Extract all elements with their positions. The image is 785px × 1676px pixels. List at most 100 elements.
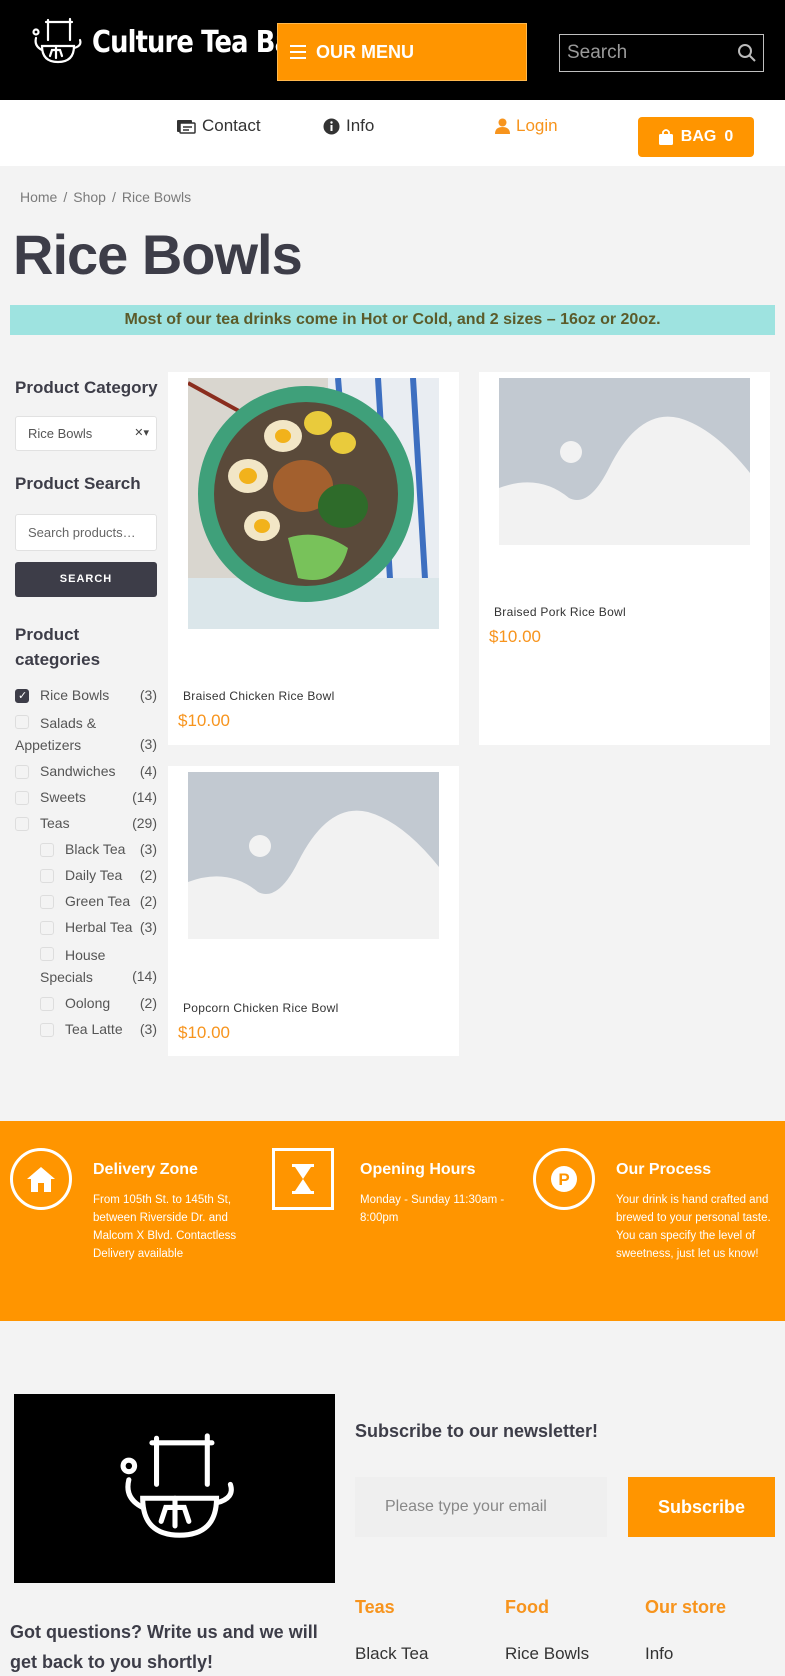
contact-prompt: Got questions? Write us and we will get … xyxy=(10,1622,318,1672)
product-image-chicken-bowl[interactable] xyxy=(188,378,439,629)
our-menu-label: OUR MENU xyxy=(316,41,414,62)
checkbox-icon[interactable] xyxy=(40,921,54,935)
category-label: Oolong xyxy=(65,995,111,1011)
category-count: (14) xyxy=(132,789,157,805)
category-count: (2) xyxy=(139,995,157,1011)
category-item-daily-tea[interactable]: Daily Tea (2) xyxy=(15,866,157,892)
product-price: $10.00 xyxy=(178,1023,230,1042)
category-count: (3) xyxy=(139,1021,157,1037)
category-label: Daily Tea xyxy=(65,867,123,883)
breadcrumb-separator: / xyxy=(63,189,68,205)
header-search-placeholder: Search xyxy=(567,42,628,63)
checkbox-icon[interactable] xyxy=(15,765,29,779)
category-count: (4) xyxy=(139,763,157,779)
category-count: (3) xyxy=(139,841,157,857)
svg-text:P: P xyxy=(558,1170,569,1189)
secondary-nav: Contact Info Login BAG 0 xyxy=(0,100,785,166)
search-icon[interactable] xyxy=(737,43,757,63)
hamburger-icon xyxy=(290,45,306,59)
category-label: House Specials xyxy=(40,947,106,985)
footer-link-black-tea[interactable]: Black Tea xyxy=(355,1644,428,1664)
contact-card-icon xyxy=(177,119,196,134)
footer-link-info[interactable]: Info xyxy=(645,1644,673,1664)
category-count: (3) xyxy=(139,919,157,935)
parking-p-icon: P xyxy=(533,1148,595,1210)
footer-col-heading-our-store: Our store xyxy=(645,1597,727,1617)
product-price: $10.00 xyxy=(489,627,541,646)
category-item-green-tea[interactable]: Green Tea (2) xyxy=(15,892,157,918)
checkbox-icon[interactable] xyxy=(15,817,29,831)
checkbox-icon[interactable] xyxy=(40,997,54,1011)
teapot-logo-icon xyxy=(120,1432,234,1538)
product-name[interactable]: Braised Chicken Rice Bowl xyxy=(183,689,335,703)
top-header: Culture Tea Bar OUR MENU Search xyxy=(0,0,785,100)
teapot-logo-icon xyxy=(32,17,82,64)
checkbox-icon[interactable] xyxy=(40,869,54,883)
product-search-button[interactable]: SEARCH xyxy=(15,562,157,597)
checkbox-icon[interactable] xyxy=(40,1023,54,1037)
feature-text: From 105th St. to 145th St, between Rive… xyxy=(93,1194,237,1260)
header-search-input[interactable]: Search xyxy=(559,34,764,72)
category-label: Herbal Tea xyxy=(65,919,133,935)
our-menu-button[interactable]: OUR MENU xyxy=(277,23,527,81)
category-item-rice-bowls[interactable]: Rice Bowls (3) xyxy=(15,686,157,712)
category-label: Sweets xyxy=(40,789,86,805)
product-category-heading: Product Category xyxy=(15,378,158,397)
category-filter-list: Rice Bowls (3) Salads & Appetizers (3) S… xyxy=(15,686,157,1046)
product-image-placeholder-icon[interactable] xyxy=(499,378,750,545)
hourglass-icon xyxy=(272,1148,334,1210)
breadcrumb-current: Rice Bowls xyxy=(121,189,192,205)
product-category-select[interactable]: Rice Bowls ✕▾ xyxy=(15,416,157,451)
clear-dropdown-icon[interactable]: ✕▾ xyxy=(134,417,149,450)
newsletter-email-input[interactable]: Please type your email xyxy=(355,1477,607,1537)
product-image-placeholder-icon[interactable] xyxy=(188,772,439,939)
checkbox-icon[interactable] xyxy=(40,843,54,857)
feature-title: Our Process xyxy=(616,1161,712,1178)
category-count: (2) xyxy=(139,893,157,909)
checkbox-icon[interactable] xyxy=(15,791,29,805)
footer-link-rice-bowls[interactable]: Rice Bowls xyxy=(505,1644,589,1664)
category-item-house-specials[interactable]: House Specials (14) xyxy=(15,944,157,994)
product-price: $10.00 xyxy=(178,711,230,730)
nav-info-link[interactable]: Info xyxy=(323,116,374,136)
category-item-sandwiches[interactable]: Sandwiches (4) xyxy=(15,762,157,788)
product-categories-heading: Product categories xyxy=(15,625,101,669)
nav-contact-link[interactable]: Contact xyxy=(176,116,261,136)
newsletter-heading: Subscribe to our newsletter! xyxy=(355,1421,599,1441)
email-placeholder: Please type your email xyxy=(385,1498,547,1515)
breadcrumb-shop[interactable]: Shop xyxy=(73,189,106,205)
category-item-tea-latte[interactable]: Tea Latte (3) xyxy=(15,1020,157,1046)
category-count: (29) xyxy=(132,815,157,831)
selected-category: Rice Bowls xyxy=(28,426,93,441)
product-card[interactable]: Braised Pork Rice Bowl $10.00 xyxy=(479,372,770,745)
category-label: Green Tea xyxy=(65,893,131,909)
product-card[interactable]: Braised Chicken Rice Bowl $10.00 xyxy=(168,372,459,745)
product-search-input[interactable]: Search products… xyxy=(15,514,157,551)
breadcrumb: Home / Shop / Rice Bowls xyxy=(20,189,191,205)
breadcrumb-home[interactable]: Home xyxy=(20,189,57,205)
feature-text: Your drink is hand crafted and brewed to… xyxy=(616,1194,771,1260)
brand-name: Culture Tea Bar xyxy=(92,24,304,60)
checkbox-checked-icon[interactable] xyxy=(15,689,29,703)
category-item-herbal-tea[interactable]: Herbal Tea (3) xyxy=(15,918,157,944)
category-item-black-tea[interactable]: Black Tea (3) xyxy=(15,840,157,866)
category-item-teas[interactable]: Teas (29) xyxy=(15,814,157,840)
category-item-salads[interactable]: Salads & Appetizers (3) xyxy=(15,712,157,762)
category-label: Tea Latte xyxy=(65,1021,123,1037)
product-card[interactable]: Popcorn Chicken Rice Bowl $10.00 xyxy=(168,766,459,1056)
nav-login-link[interactable]: Login xyxy=(495,116,558,136)
checkbox-icon[interactable] xyxy=(40,895,54,909)
category-label: Black Tea xyxy=(65,841,126,857)
feature-title: Delivery Zone xyxy=(93,1161,198,1178)
shopping-bag-button[interactable]: BAG 0 xyxy=(638,117,754,157)
category-count: (14) xyxy=(132,968,157,984)
feature-text: Monday - Sunday 11:30am - 8:00pm xyxy=(360,1194,505,1224)
category-item-oolong[interactable]: Oolong (2) xyxy=(15,994,157,1020)
category-count: (3) xyxy=(139,736,157,752)
footer-logo xyxy=(14,1394,335,1583)
subscribe-button[interactable]: Subscribe xyxy=(628,1477,775,1537)
product-name[interactable]: Popcorn Chicken Rice Bowl xyxy=(183,1001,339,1015)
product-name[interactable]: Braised Pork Rice Bowl xyxy=(494,605,626,619)
size-notice-banner: Most of our tea drinks come in Hot or Co… xyxy=(10,305,775,335)
category-item-sweets[interactable]: Sweets (14) xyxy=(15,788,157,814)
